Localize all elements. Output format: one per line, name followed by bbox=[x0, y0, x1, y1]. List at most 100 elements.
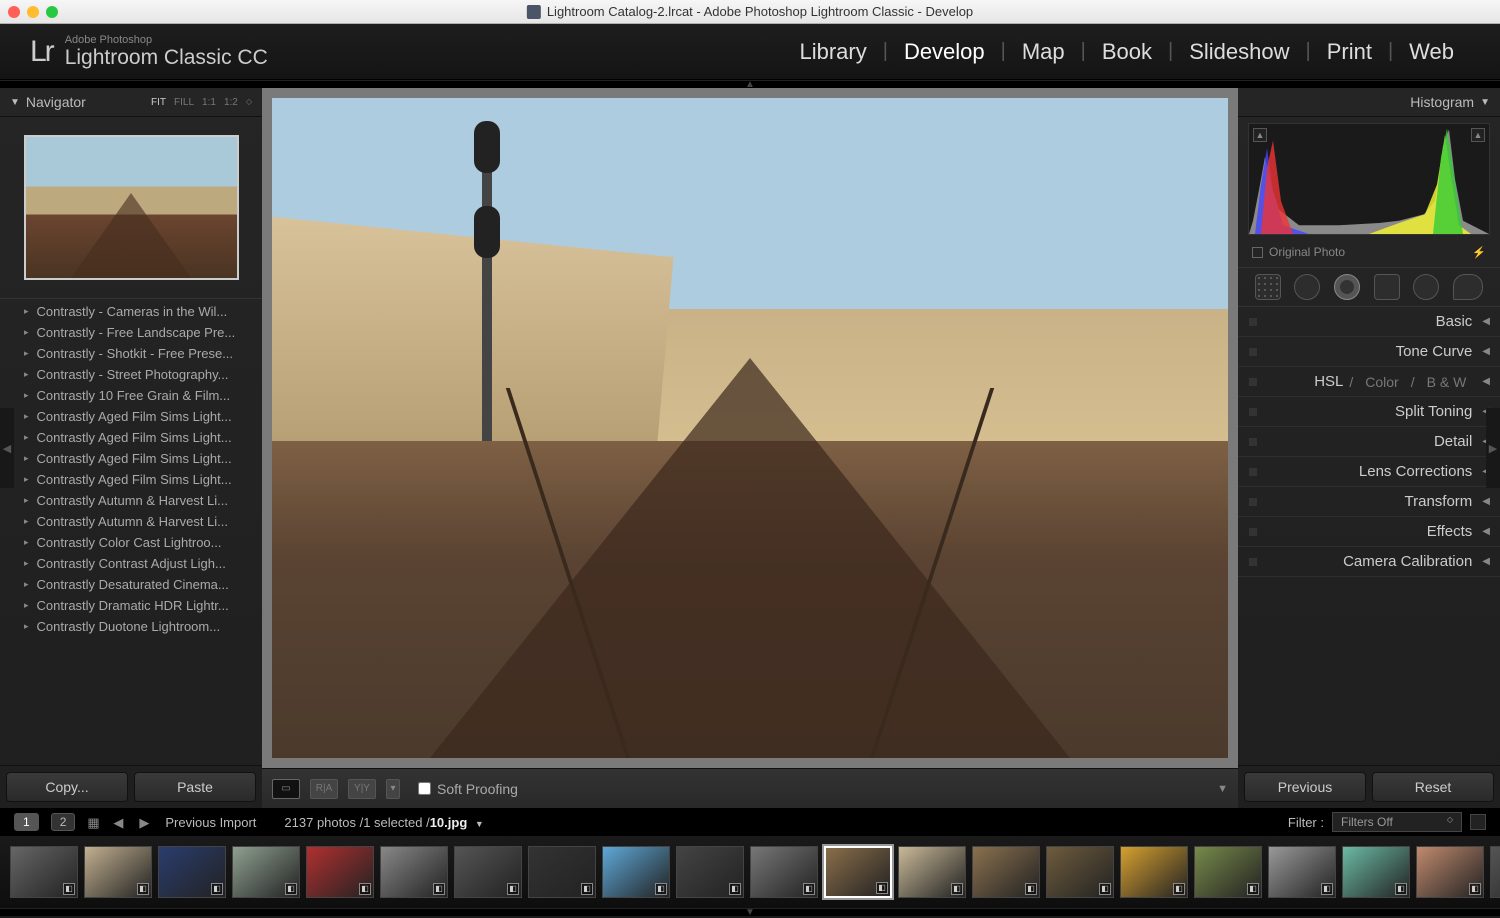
toolbar-menu-icon[interactable]: ▼ bbox=[1217, 783, 1228, 795]
right-panel-collapse[interactable]: ▶ bbox=[1486, 408, 1500, 488]
filmstrip-thumbnail[interactable]: ◧ bbox=[528, 846, 596, 898]
preset-folder[interactable]: Contrastly - Street Photography... bbox=[0, 364, 262, 385]
filmstrip-thumbnail[interactable]: ◧ bbox=[1194, 846, 1262, 898]
copy-button[interactable]: Copy... bbox=[6, 772, 128, 802]
loupe-view-icon[interactable]: ▭ bbox=[272, 779, 300, 799]
navigator-header[interactable]: ▼ Navigator FIT FILL 1:1 1:2 ◇ bbox=[0, 88, 262, 117]
nav-ratio[interactable]: 1:2 bbox=[224, 97, 238, 108]
filmstrip-thumbnail[interactable]: ◧ bbox=[824, 846, 892, 898]
panel-basic[interactable]: Basic◀ bbox=[1238, 307, 1500, 337]
nav-1to1[interactable]: 1:1 bbox=[202, 97, 216, 108]
filmstrip-thumbnail[interactable]: ◧ bbox=[1268, 846, 1336, 898]
module-map[interactable]: Map bbox=[1006, 39, 1081, 65]
reset-button[interactable]: Reset bbox=[1372, 772, 1494, 802]
preset-folder[interactable]: Contrastly Autumn & Harvest Li... bbox=[0, 511, 262, 532]
spot-removal-tool-icon[interactable] bbox=[1294, 274, 1320, 300]
filmstrip-thumbnail[interactable]: ◧ bbox=[1120, 846, 1188, 898]
radial-filter-tool-icon[interactable] bbox=[1413, 274, 1439, 300]
soft-proofing-checkbox[interactable] bbox=[418, 782, 431, 795]
filter-lock-icon[interactable] bbox=[1470, 814, 1486, 830]
filter-dropdown[interactable]: Filters Off◇ bbox=[1332, 812, 1462, 832]
preset-folder[interactable]: Contrastly Color Cast Lightroo... bbox=[0, 532, 262, 553]
filmstrip-thumbnail[interactable]: ◧ bbox=[750, 846, 818, 898]
crop-tool-icon[interactable] bbox=[1255, 274, 1281, 300]
filmstrip-thumbnail[interactable]: ◧ bbox=[1046, 846, 1114, 898]
graduated-filter-tool-icon[interactable] bbox=[1374, 274, 1400, 300]
filmstrip[interactable]: ◧◧◧◧◧◧◧◧◧◧◧◧◧◧◧◧◧◧◧◧◧ bbox=[0, 836, 1500, 908]
adjustment-brush-tool-icon[interactable] bbox=[1453, 274, 1483, 300]
filmstrip-thumbnail[interactable]: ◧ bbox=[972, 846, 1040, 898]
close-window-button[interactable] bbox=[8, 6, 20, 18]
minimize-window-button[interactable] bbox=[27, 6, 39, 18]
module-library[interactable]: Library bbox=[783, 39, 882, 65]
filmstrip-thumbnail[interactable]: ◧ bbox=[1342, 846, 1410, 898]
filmstrip-thumbnail[interactable]: ◧ bbox=[602, 846, 670, 898]
panel-lens-corrections[interactable]: Lens Corrections◀ bbox=[1238, 457, 1500, 487]
grid-view-icon[interactable]: ▦ bbox=[87, 815, 101, 829]
module-book[interactable]: Book bbox=[1086, 39, 1168, 65]
navigator-preview[interactable] bbox=[0, 117, 262, 298]
previous-button[interactable]: Previous bbox=[1244, 772, 1366, 802]
filmstrip-thumbnail[interactable]: ◧ bbox=[10, 846, 78, 898]
panel-detail[interactable]: Detail◀ bbox=[1238, 427, 1500, 457]
preset-folder[interactable]: Contrastly 10 Free Grain & Film... bbox=[0, 385, 262, 406]
histogram-header[interactable]: Histogram ▼ bbox=[1238, 88, 1500, 117]
filmstrip-thumbnail[interactable]: ◧ bbox=[1416, 846, 1484, 898]
panel-tone-curve[interactable]: Tone Curve◀ bbox=[1238, 337, 1500, 367]
histogram[interactable]: ▲ ▲ bbox=[1248, 123, 1490, 235]
module-develop[interactable]: Develop bbox=[888, 39, 1001, 65]
preset-folder[interactable]: Contrastly - Free Landscape Pre... bbox=[0, 322, 262, 343]
preset-folder[interactable]: Contrastly Aged Film Sims Light... bbox=[0, 469, 262, 490]
preset-folder[interactable]: Contrastly Contrast Adjust Ligh... bbox=[0, 553, 262, 574]
nav-ratio-stepper-icon[interactable]: ◇ bbox=[246, 97, 252, 108]
nav-fill[interactable]: FILL bbox=[174, 97, 194, 108]
shadow-clipping-icon[interactable]: ▲ bbox=[1253, 128, 1267, 142]
filmstrip-thumbnail[interactable]: ◧ bbox=[158, 846, 226, 898]
filmstrip-thumbnail[interactable]: ◧ bbox=[1490, 846, 1500, 898]
zoom-window-button[interactable] bbox=[46, 6, 58, 18]
nav-back-icon[interactable]: ◀ bbox=[113, 815, 127, 829]
filename-menu-icon[interactable]: ▼ bbox=[475, 819, 484, 829]
preset-folder[interactable]: Contrastly - Cameras in the Wil... bbox=[0, 301, 262, 322]
nav-forward-icon[interactable]: ▶ bbox=[139, 815, 153, 829]
filmstrip-thumbnail[interactable]: ◧ bbox=[232, 846, 300, 898]
filmstrip-thumbnail[interactable]: ◧ bbox=[898, 846, 966, 898]
filmstrip-thumbnail[interactable]: ◧ bbox=[454, 846, 522, 898]
module-print[interactable]: Print bbox=[1311, 39, 1388, 65]
flash-icon[interactable]: ⚡ bbox=[1472, 246, 1486, 259]
preset-folder[interactable]: Contrastly Aged Film Sims Light... bbox=[0, 427, 262, 448]
module-slideshow[interactable]: Slideshow bbox=[1173, 39, 1305, 65]
filmstrip-thumbnail[interactable]: ◧ bbox=[380, 846, 448, 898]
preset-folder[interactable]: Contrastly Duotone Lightroom... bbox=[0, 616, 262, 637]
before-after-menu-icon[interactable]: ▾ bbox=[386, 779, 400, 799]
before-after-lr-icon[interactable]: R|A bbox=[310, 779, 338, 799]
secondary-display-1[interactable]: 1 bbox=[14, 813, 39, 831]
filmstrip-thumbnail[interactable]: ◧ bbox=[306, 846, 374, 898]
source-label[interactable]: Previous Import bbox=[165, 815, 256, 830]
before-after-tb-icon[interactable]: Y|Y bbox=[348, 779, 376, 799]
preset-folder[interactable]: Contrastly - Shotkit - Free Prese... bbox=[0, 343, 262, 364]
highlight-clipping-icon[interactable]: ▲ bbox=[1471, 128, 1485, 142]
nav-fit[interactable]: FIT bbox=[151, 97, 166, 108]
panel-split-toning[interactable]: Split Toning◀ bbox=[1238, 397, 1500, 427]
panel-effects[interactable]: Effects◀ bbox=[1238, 517, 1500, 547]
redeye-tool-icon[interactable] bbox=[1334, 274, 1360, 300]
checkbox-icon[interactable] bbox=[1252, 247, 1263, 258]
top-collapse-handle[interactable]: ▲ bbox=[0, 80, 1500, 88]
preset-folder[interactable]: Contrastly Dramatic HDR Lightr... bbox=[0, 595, 262, 616]
left-panel-collapse[interactable]: ◀ bbox=[0, 408, 14, 488]
module-web[interactable]: Web bbox=[1393, 39, 1470, 65]
preset-folder[interactable]: Contrastly Autumn & Harvest Li... bbox=[0, 490, 262, 511]
preset-folder[interactable]: Contrastly Aged Film Sims Light... bbox=[0, 406, 262, 427]
filmstrip-thumbnail[interactable]: ◧ bbox=[676, 846, 744, 898]
panel-hsl[interactable]: HSL/ Color/ B & W◀ bbox=[1238, 367, 1500, 397]
secondary-display-2[interactable]: 2 bbox=[51, 813, 76, 831]
bottom-collapse-handle[interactable]: ▼ bbox=[0, 908, 1500, 916]
photo-canvas[interactable] bbox=[272, 98, 1228, 758]
filmstrip-thumbnail[interactable]: ◧ bbox=[84, 846, 152, 898]
panel-transform[interactable]: Transform◀ bbox=[1238, 487, 1500, 517]
preset-folder[interactable]: Contrastly Aged Film Sims Light... bbox=[0, 448, 262, 469]
panel-camera-calibration[interactable]: Camera Calibration◀ bbox=[1238, 547, 1500, 577]
paste-button[interactable]: Paste bbox=[134, 772, 256, 802]
preset-folder[interactable]: Contrastly Desaturated Cinema... bbox=[0, 574, 262, 595]
